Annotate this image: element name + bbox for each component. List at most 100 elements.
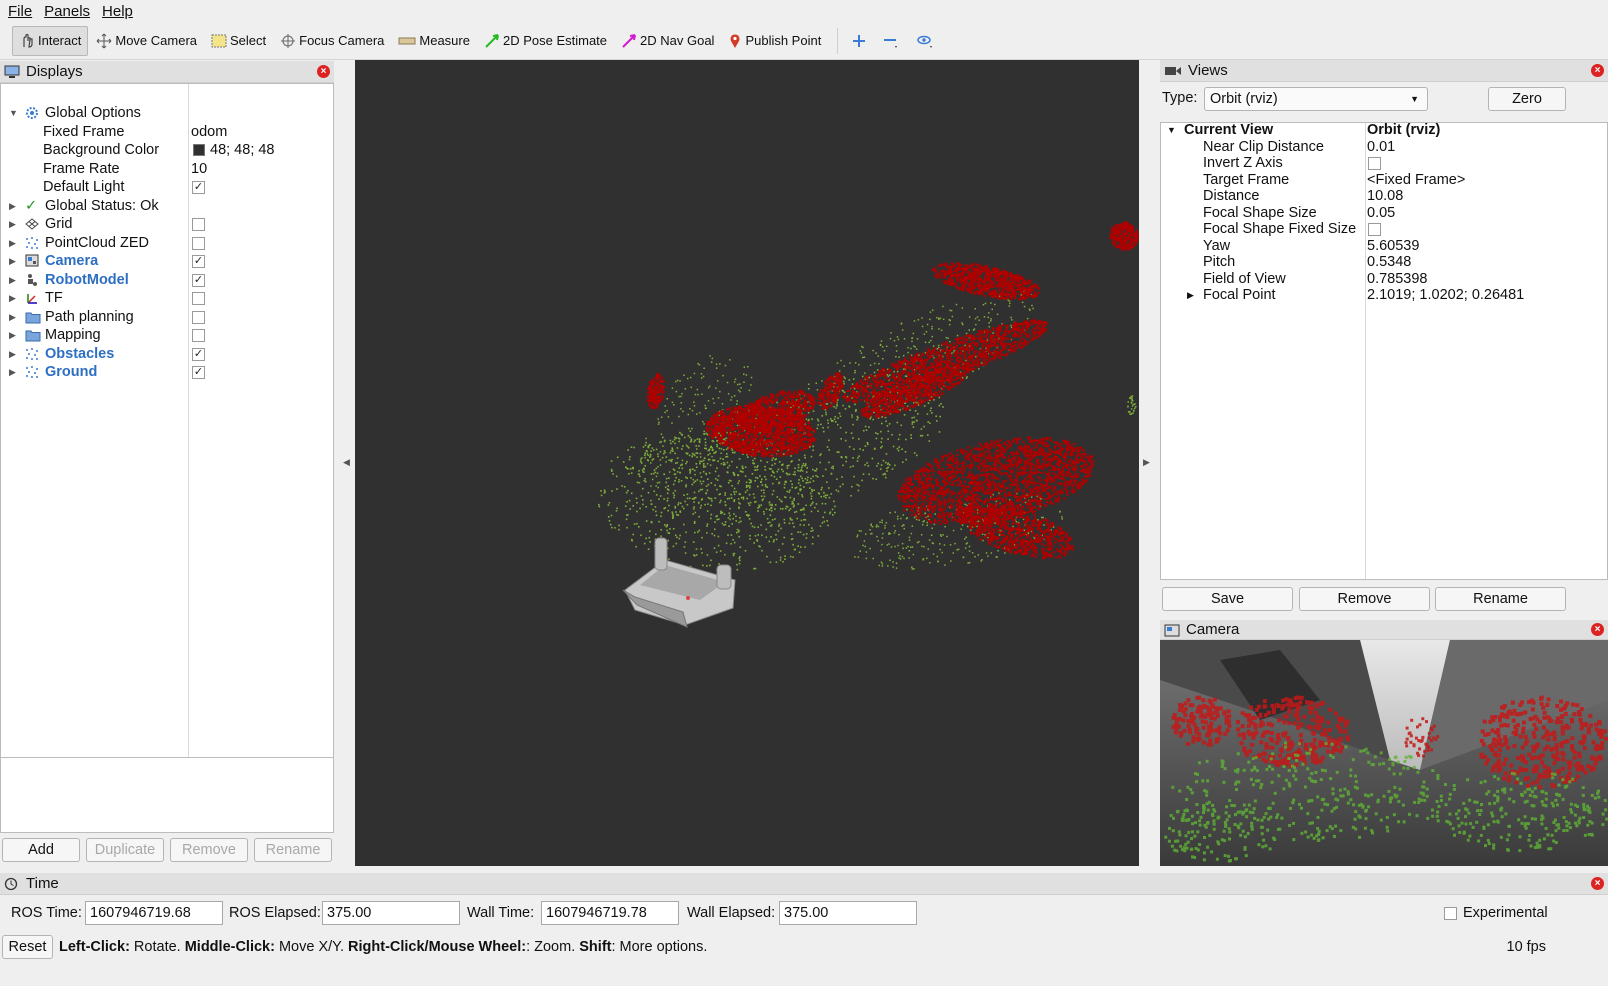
collapsed-arrow-icon[interactable]: ▶ (9, 215, 16, 233)
view-prop-target-frame[interactable]: Target Frame <Fixed Frame> (1161, 172, 1607, 189)
display-enabled-checkbox[interactable]: ✓ (192, 348, 205, 361)
menu-panels[interactable]: Panels (44, 3, 90, 20)
interact-tool-button[interactable]: Interact (12, 25, 89, 56)
experimental-checkbox[interactable] (1444, 907, 1457, 920)
view-prop-focal-shape-size[interactable]: Focal Shape Size 0.05 (1161, 205, 1607, 222)
collapsed-arrow-icon[interactable]: ▶ (9, 345, 16, 363)
view-prop-field-of-view[interactable]: Field of View 0.785398 (1161, 271, 1607, 288)
collapsed-arrow-icon[interactable]: ▶ (9, 197, 16, 215)
view-prop-value[interactable]: 0.05 (1367, 205, 1395, 222)
rename-view-button[interactable]: Rename (1435, 587, 1566, 611)
select-tool-button[interactable]: Select (205, 26, 272, 56)
menu-help[interactable]: Help (102, 3, 133, 20)
remove-view-button[interactable]: Remove (1299, 587, 1430, 611)
add-button[interactable]: Add (2, 838, 80, 862)
display-enabled-checkbox[interactable] (192, 218, 205, 231)
display-enabled-checkbox[interactable] (192, 237, 205, 250)
view-prop-near-clip-distance[interactable]: Near Clip Distance 0.01 (1161, 139, 1607, 156)
save-button[interactable]: Save (1162, 587, 1293, 611)
duplicate-button[interactable]: Duplicate (86, 838, 164, 862)
focus-camera-tool-button[interactable]: Focus Camera (274, 26, 390, 56)
view-prop-pitch[interactable]: Pitch 0.5348 (1161, 254, 1607, 271)
collapsed-arrow-icon[interactable]: ▶ (9, 252, 16, 270)
collapsed-arrow-icon[interactable]: ▶ (9, 234, 16, 252)
collapsed-arrow-icon[interactable]: ▶ (9, 326, 16, 344)
remove-button[interactable]: Remove (170, 838, 248, 862)
collapsed-arrow-icon[interactable]: ▶ (9, 308, 16, 326)
reset-button[interactable]: Reset (2, 935, 53, 959)
display-enabled-checkbox[interactable] (192, 292, 205, 305)
collapse-left-handle-icon[interactable]: ◀ (343, 457, 350, 468)
zero-button[interactable]: Zero (1488, 87, 1566, 111)
remove-tool-button[interactable] (877, 26, 908, 56)
green-arrow-icon (485, 33, 499, 48)
menu-file[interactable]: File (8, 3, 32, 20)
measure-tool-button[interactable]: Measure (392, 26, 476, 56)
view-prop-invert-z-axis[interactable]: Invert Z Axis (1161, 155, 1607, 172)
view-prop-value[interactable]: 0.5348 (1367, 254, 1411, 271)
wall-time-field[interactable]: 1607946719.78 (541, 901, 679, 925)
close-icon[interactable]: × (317, 65, 330, 78)
wall-elapsed-field[interactable]: 375.00 (779, 901, 917, 925)
view-prop-value[interactable]: 0.01 (1367, 139, 1395, 156)
tree-row-global-status[interactable]: ▶ ✓ Global Status: Ok (1, 197, 333, 215)
view-prop-value[interactable]: <Fixed Frame> (1367, 172, 1465, 189)
tree-row-robotmodel[interactable]: ▶ RobotModel ✓ (1, 271, 333, 289)
view-prop-yaw[interactable]: Yaw 5.60539 (1161, 238, 1607, 255)
tree-row-background-color[interactable]: Background Color 48; 48; 48 (1, 141, 333, 159)
pose-estimate-tool-button[interactable]: 2D Pose Estimate (478, 26, 613, 56)
color-swatch[interactable] (193, 144, 205, 156)
add-tool-button[interactable] (846, 26, 875, 56)
tree-row-path-planning[interactable]: ▶ Path planning (1, 308, 333, 326)
collapsed-arrow-icon[interactable]: ▶ (9, 271, 16, 289)
move-camera-tool-button[interactable]: Move Camera (90, 26, 203, 56)
display-enabled-checkbox[interactable]: ✓ (192, 366, 205, 379)
view-prop-checkbox[interactable] (1368, 157, 1381, 170)
display-enabled-checkbox[interactable] (192, 311, 205, 324)
collapse-right-handle-icon[interactable]: ▶ (1143, 457, 1150, 468)
collapsed-arrow-icon[interactable]: ▶ (9, 289, 16, 307)
fixed-frame-value[interactable]: odom (191, 123, 227, 141)
close-icon[interactable]: × (1591, 64, 1604, 77)
tree-row-current-view[interactable]: ▼ Current View Orbit (rviz) (1161, 122, 1607, 139)
background-color-value[interactable]: 48; 48; 48 (210, 141, 275, 159)
tree-row-grid[interactable]: ▶ Grid (1, 215, 333, 233)
tree-row-pointcloud-zed[interactable]: ▶ PointCloud ZED (1, 234, 333, 252)
tree-row-fixed-frame[interactable]: Fixed Frame odom (1, 123, 333, 141)
rename-button[interactable]: Rename (254, 838, 332, 862)
default-light-checkbox[interactable]: ✓ (192, 181, 205, 194)
view-options-tool-button[interactable] (910, 26, 943, 56)
tree-row-default-light[interactable]: Default Light ✓ (1, 178, 333, 196)
tree-row-ground[interactable]: ▶ Ground ✓ (1, 363, 333, 381)
render-viewport[interactable] (355, 60, 1139, 866)
display-enabled-checkbox[interactable]: ✓ (192, 274, 205, 287)
view-prop-focal-point[interactable]: ▶ Focal Point 2.1019; 1.0202; 0.26481 (1161, 287, 1607, 304)
nav-goal-tool-button[interactable]: 2D Nav Goal (615, 26, 720, 56)
collapsed-arrow-icon[interactable]: ▶ (1187, 287, 1194, 304)
view-prop-value[interactable]: 2.1019; 1.0202; 0.26481 (1367, 287, 1524, 304)
ros-elapsed-field[interactable]: 375.00 (322, 901, 460, 925)
view-prop-value[interactable]: 10.08 (1367, 188, 1403, 205)
view-prop-focal-shape-fixed-size[interactable]: Focal Shape Fixed Size (1161, 221, 1607, 238)
tree-row-tf[interactable]: ▶ TF (1, 289, 333, 307)
tree-row-camera[interactable]: ▶ Camera ✓ (1, 252, 333, 270)
expanded-arrow-icon[interactable]: ▼ (9, 104, 18, 122)
view-prop-distance[interactable]: Distance 10.08 (1161, 188, 1607, 205)
view-prop-checkbox[interactable] (1368, 223, 1381, 236)
publish-point-tool-button[interactable]: Publish Point (722, 26, 827, 56)
view-type-dropdown[interactable]: Orbit (rviz) ▼ (1204, 87, 1428, 111)
tree-row-mapping[interactable]: ▶ Mapping (1, 326, 333, 344)
display-enabled-checkbox[interactable] (192, 329, 205, 342)
tree-row-obstacles[interactable]: ▶ Obstacles ✓ (1, 345, 333, 363)
tree-row-global-options[interactable]: ▼ Global Options (1, 104, 333, 122)
tree-row-frame-rate[interactable]: Frame Rate 10 (1, 160, 333, 178)
close-icon[interactable]: × (1591, 877, 1604, 890)
expanded-arrow-icon[interactable]: ▼ (1167, 122, 1176, 139)
ros-time-field[interactable]: 1607946719.68 (85, 901, 223, 925)
view-prop-value[interactable]: 0.785398 (1367, 271, 1427, 288)
display-enabled-checkbox[interactable]: ✓ (192, 255, 205, 268)
frame-rate-value[interactable]: 10 (191, 160, 207, 178)
close-icon[interactable]: × (1591, 623, 1604, 636)
collapsed-arrow-icon[interactable]: ▶ (9, 363, 16, 381)
view-prop-value[interactable]: 5.60539 (1367, 238, 1419, 255)
